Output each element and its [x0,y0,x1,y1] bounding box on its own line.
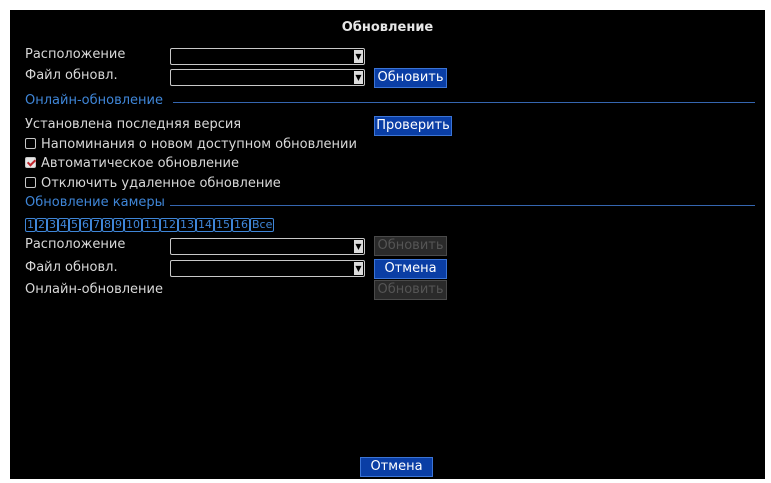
update-button[interactable]: Обновить [374,68,447,88]
channel-button-12[interactable]: 12 [160,218,178,232]
dialog-title: Обновление [341,20,434,35]
channel-button-16[interactable]: 16 [232,218,250,232]
channel-button-9[interactable]: 9 [113,218,124,232]
channel-button-3[interactable]: 3 [47,218,58,232]
channel-button-15[interactable]: 15 [214,218,232,232]
channel-button-4[interactable]: 4 [58,218,69,232]
channel-button-11[interactable]: 11 [142,218,160,232]
camera-online-update-button[interactable]: Обновить [374,280,447,300]
channel-button-6[interactable]: 6 [80,218,91,232]
disable-remote-update-checkbox[interactable] [25,177,36,188]
channel-button-1[interactable]: 1 [25,218,36,232]
camera-update-file-dropdown[interactable]: ▼ [170,260,365,277]
camera-online-update-label: Онлайн-обновление [25,282,163,297]
section-divider [173,102,755,103]
location-label: Расположение [25,47,126,62]
disable-remote-update-checkbox-row[interactable]: Отключить удаленное обновление [25,176,281,191]
cancel-button[interactable]: Отмена [360,457,433,477]
chevron-down-icon: ▼ [354,71,363,84]
disable-remote-update-checkbox-label: Отключить удаленное обновление [41,176,281,191]
online-update-section-title: Онлайн-обновление [25,93,163,108]
chevron-down-icon: ▼ [354,50,363,63]
camera-location-label: Расположение [25,237,126,252]
auto-update-checkbox-row[interactable]: Автоматическое обновление [25,156,239,171]
chevron-down-icon: ▼ [354,262,363,275]
channel-button-all[interactable]: Все [250,218,275,232]
latest-version-text: Установлена последняя версия [25,117,242,132]
camera-cancel-button[interactable]: Отмена [374,259,447,279]
update-file-dropdown[interactable]: ▼ [170,69,365,86]
channel-button-8[interactable]: 8 [102,218,113,232]
channel-button-13[interactable]: 13 [178,218,196,232]
channel-button-10[interactable]: 10 [124,218,142,232]
camera-update-file-label: Файл обновл. [25,260,118,275]
camera-update-button[interactable]: Обновить [374,236,447,256]
update-dialog: Обновление Расположение ▼ Файл обновл. ▼… [10,10,765,479]
camera-update-section-title: Обновление камеры [25,195,165,210]
section-divider [170,205,755,206]
chevron-down-icon: ▼ [354,240,363,253]
channel-button-14[interactable]: 14 [196,218,214,232]
check-button[interactable]: Проверить [374,116,452,136]
auto-update-checkbox[interactable] [25,157,36,168]
reminder-checkbox[interactable] [25,138,36,149]
reminder-checkbox-row[interactable]: Напоминания о новом доступном обновлении [25,137,357,152]
location-dropdown[interactable]: ▼ [170,48,365,65]
channel-button-2[interactable]: 2 [36,218,47,232]
auto-update-checkbox-label: Автоматическое обновление [41,156,239,171]
camera-location-dropdown[interactable]: ▼ [170,238,365,255]
channel-button-7[interactable]: 7 [91,218,102,232]
update-file-label: Файл обновл. [25,68,118,83]
channel-selector: 1 2 3 4 5 6 7 8 9 10 11 12 13 14 15 16 В… [25,218,275,232]
reminder-checkbox-label: Напоминания о новом доступном обновлении [41,137,357,152]
channel-button-5[interactable]: 5 [69,218,80,232]
